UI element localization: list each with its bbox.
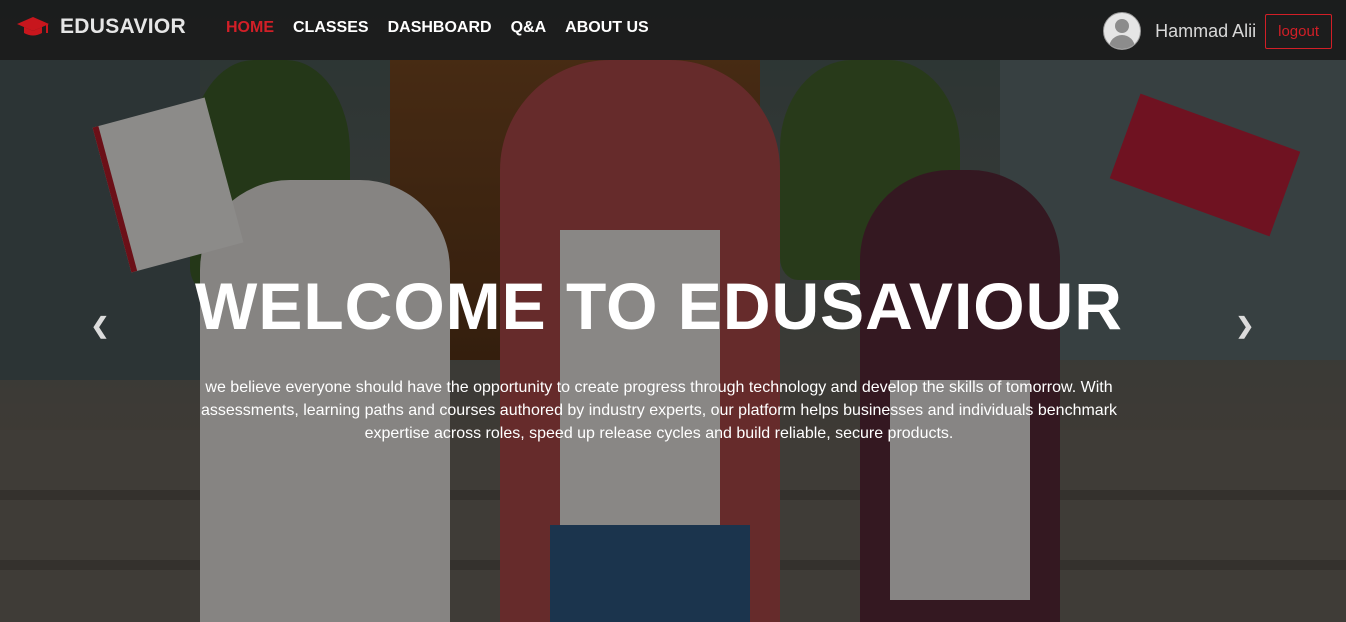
nav-link-home[interactable]: HOME bbox=[226, 19, 274, 37]
user-name: Hammad Alii bbox=[1155, 20, 1257, 41]
nav-link-dashboard[interactable]: DASHBOARD bbox=[388, 19, 492, 37]
brand-name: EDUSAVIOR bbox=[60, 15, 186, 38]
chevron-left-icon: ❮ bbox=[90, 313, 110, 338]
top-navbar: EDUSAVIOR HOME CLASSES DASHBOARD Q&A ABO… bbox=[0, 0, 1346, 60]
brand-logo[interactable]: EDUSAVIOR bbox=[16, 14, 186, 40]
main-nav: HOME CLASSES DASHBOARD Q&A ABOUT US bbox=[226, 19, 668, 37]
hero-carousel: WELCOME TO EDUSAVIOUR we believe everyon… bbox=[0, 0, 1346, 622]
hero-description: we believe everyone should have the oppo… bbox=[200, 379, 1118, 442]
logout-button[interactable]: logout bbox=[1265, 13, 1332, 49]
avatar-head bbox=[1115, 19, 1130, 33]
hero-title: WELCOME TO EDUSAVIOUR bbox=[195, 269, 1123, 343]
avatar-body bbox=[1109, 35, 1136, 49]
nav-link-qa[interactable]: Q&A bbox=[511, 19, 547, 37]
graduation-cap-icon bbox=[17, 17, 49, 36]
nav-link-classes[interactable]: CLASSES bbox=[293, 19, 369, 37]
carousel-next-button[interactable]: ❯ bbox=[1233, 312, 1257, 340]
user-menu: Hammad Alii logout bbox=[1103, 11, 1346, 51]
nav-link-about-us[interactable]: ABOUT US bbox=[565, 19, 649, 37]
carousel-prev-button[interactable]: ❮ bbox=[88, 312, 112, 340]
user-avatar-icon[interactable] bbox=[1103, 12, 1142, 50]
chevron-right-icon: ❯ bbox=[1235, 313, 1255, 338]
